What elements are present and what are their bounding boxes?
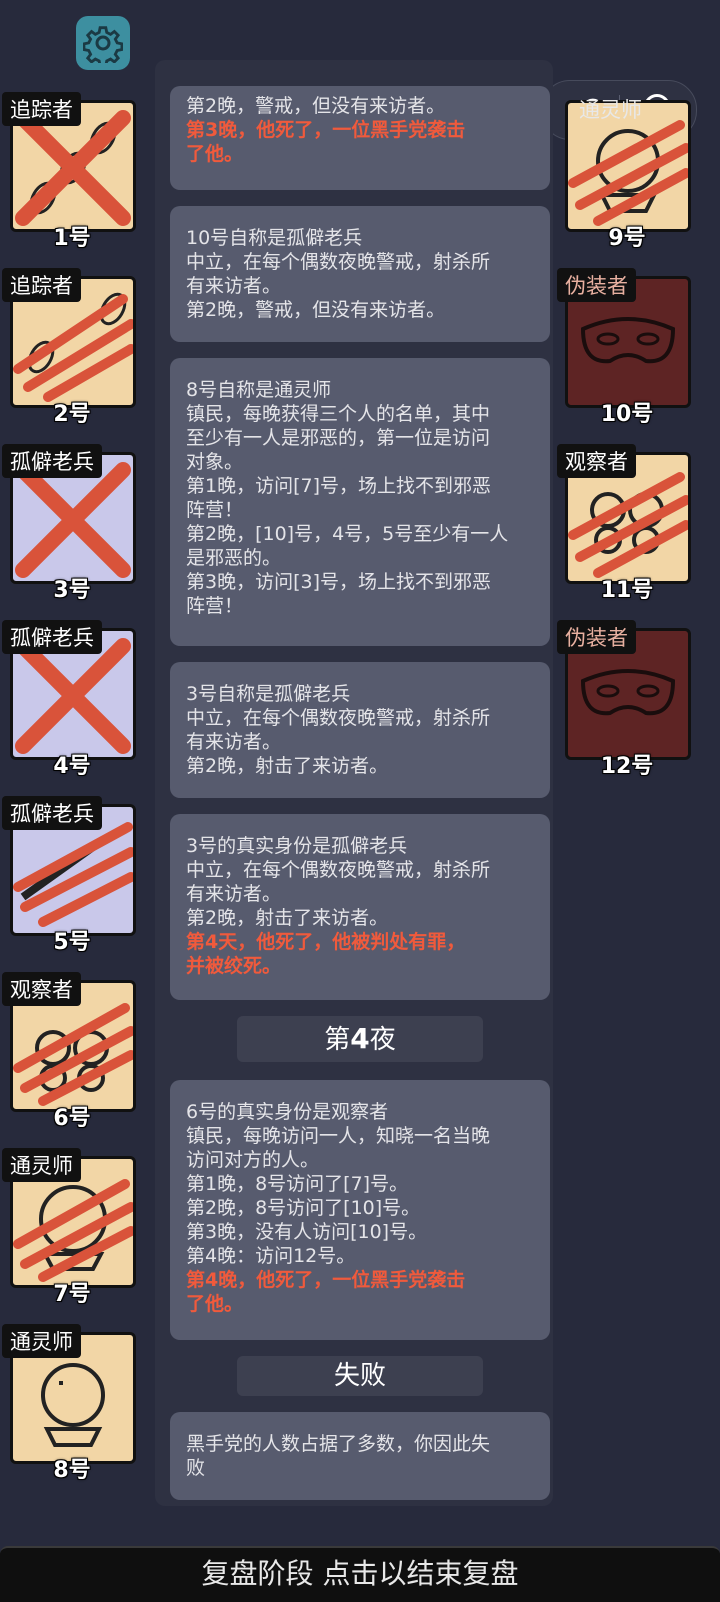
log-line: 第2晚，射击了来访者。 bbox=[186, 755, 389, 777]
log-line: 中立，在每个偶数夜晚警戒，射杀所 bbox=[186, 707, 491, 729]
log-line: 阵营！ bbox=[186, 595, 244, 617]
player-number: 3号 bbox=[53, 578, 91, 603]
player-card-4[interactable]: 孤僻老兵 4号 bbox=[2, 620, 142, 779]
log-line: 对象。 bbox=[186, 451, 244, 473]
player-card-9[interactable]: 通灵师 9号 bbox=[557, 92, 697, 251]
log-line: 访问对方的人。 bbox=[186, 1149, 320, 1171]
log-line: 6号的真实身份是观察者 bbox=[186, 1101, 389, 1123]
player-role: 伪装者 bbox=[557, 620, 636, 654]
log-line: 黑手党的人数占据了多数，你因此失 bbox=[186, 1433, 491, 1455]
log-line: 第4晚：访问12号。 bbox=[186, 1245, 356, 1267]
player-number: 5号 bbox=[53, 930, 91, 955]
settings-gear-button[interactable] bbox=[76, 16, 130, 70]
player-card-11[interactable]: 观察者 11号 bbox=[557, 444, 697, 603]
log-line: 第3晚，访问[3]号，场上找不到邪恶 bbox=[186, 571, 492, 593]
player-role: 观察者 bbox=[2, 972, 81, 1006]
player-role: 通灵师 bbox=[2, 1148, 81, 1182]
player-role: 通灵师 bbox=[2, 1324, 81, 1358]
log-line: 第1晚，访问[7]号，场上找不到邪恶 bbox=[186, 475, 492, 497]
log-line: 8号自称是通灵师 bbox=[186, 379, 332, 401]
log-line: 有来访者。 bbox=[186, 883, 282, 905]
log-line: 有来访者。 bbox=[186, 731, 282, 753]
death-line: 了他。 bbox=[186, 1293, 244, 1315]
player-number: 9号 bbox=[608, 226, 646, 251]
player-number: 11号 bbox=[600, 578, 654, 603]
player-role: 通灵师 bbox=[579, 98, 642, 122]
log-line: 第2晚，8号访问了[10]号。 bbox=[186, 1197, 421, 1219]
player-number: 2号 bbox=[53, 402, 91, 427]
claw-slash-icon bbox=[568, 120, 688, 226]
log-line: 3号自称是孤僻老兵 bbox=[186, 683, 351, 705]
player-number: 1号 bbox=[53, 226, 91, 251]
night-header-prefix: 第 bbox=[324, 1025, 351, 1055]
player-number: 12号 bbox=[600, 754, 654, 779]
end-review-button[interactable]: 复盘阶段 点击以结束复盘 bbox=[0, 1546, 720, 1602]
player-card-7[interactable]: 通灵师 7号 bbox=[2, 1148, 142, 1307]
death-line: 第4晚，他死了，一位黑手党袭击 bbox=[186, 1269, 466, 1291]
eliminated-x-icon bbox=[15, 638, 131, 754]
player-card-2[interactable]: 追踪者 2号 bbox=[2, 268, 142, 427]
log-entry: 第2晚，警戒，但没有来访者。 第3晚，他死了，一位黑手党袭击 了他。 bbox=[170, 86, 550, 190]
log-line: 阵营！ bbox=[186, 499, 244, 521]
log-line: 至少有一人是邪恶的，第一位是访问 bbox=[186, 427, 491, 449]
log-entry: 8号自称是通灵师 镇民，每晚获得三个人的名单，其中 至少有一人是邪恶的，第一位是… bbox=[170, 358, 550, 646]
log-entry: 3号自称是孤僻老兵 中立，在每个偶数夜晚警戒，射杀所 有来访者。 第2晚，射击了… bbox=[170, 662, 550, 798]
log-line: 第2晚，射击了来访者。 bbox=[186, 907, 389, 929]
night-number: 4 bbox=[350, 1022, 370, 1055]
log-line: 3号的真实身份是孤僻老兵 bbox=[186, 835, 408, 857]
player-role: 孤僻老兵 bbox=[2, 444, 102, 478]
death-line: 了他。 bbox=[186, 143, 244, 165]
player-role: 追踪者 bbox=[2, 92, 81, 126]
log-line: 败 bbox=[186, 1457, 206, 1479]
log-line: 有来访者。 bbox=[186, 275, 282, 297]
eliminated-x-icon bbox=[15, 110, 131, 226]
player-number: 7号 bbox=[53, 1282, 91, 1307]
player-role: 追踪者 bbox=[2, 268, 81, 302]
death-line: 第4天，他死了，他被判处有罪， bbox=[186, 931, 466, 953]
death-line: 并被绞死。 bbox=[186, 955, 282, 977]
log-line: 第2晚，[10]号，4号，5号至少有一人 bbox=[186, 523, 509, 545]
log-entry: 黑手党的人数占据了多数，你因此失 败 bbox=[170, 1412, 550, 1500]
log-entry: 10号自称是孤僻老兵 中立，在每个偶数夜晚警戒，射杀所 有来访者。 第2晚，警戒… bbox=[170, 206, 550, 342]
log-line: 第3晚，没有人访问[10]号。 bbox=[186, 1221, 428, 1243]
log-line: 镇民，每晚访问一人，知晓一名当晚 bbox=[186, 1125, 491, 1147]
gear-icon bbox=[83, 26, 123, 63]
player-number: 6号 bbox=[53, 1106, 91, 1131]
claw-slash-icon bbox=[13, 822, 133, 927]
log-line: 第2晚，警戒，但没有来访者。 bbox=[186, 95, 446, 117]
log-entry: 6号的真实身份是观察者 镇民，每晚访问一人，知晓一名当晚 访问对方的人。 第1晚… bbox=[170, 1080, 550, 1340]
result-header: 失败 bbox=[237, 1356, 483, 1396]
player-role: 伪装者 bbox=[557, 268, 636, 302]
player-card-10[interactable]: 伪装者 10号 bbox=[557, 268, 697, 427]
eliminated-x-icon bbox=[15, 462, 131, 578]
log-line: 第1晚，8号访问了[7]号。 bbox=[186, 1173, 409, 1195]
player-role: 观察者 bbox=[557, 444, 636, 478]
log-line: 第2晚，警戒，但没有来访者。 bbox=[186, 299, 446, 321]
player-number: 10号 bbox=[600, 402, 654, 427]
claw-slash-icon bbox=[568, 472, 688, 578]
log-line: 中立，在每个偶数夜晚警戒，射杀所 bbox=[186, 859, 491, 881]
player-card-6[interactable]: 观察者 6号 bbox=[2, 972, 142, 1131]
log-entry: 3号的真实身份是孤僻老兵 中立，在每个偶数夜晚警戒，射杀所 有来访者。 第2晚，… bbox=[170, 814, 550, 1000]
log-line: 镇民，每晚获得三个人的名单，其中 bbox=[186, 403, 491, 425]
log-line: 中立，在每个偶数夜晚警戒，射杀所 bbox=[186, 251, 491, 273]
night-header-suffix: 夜 bbox=[369, 1025, 396, 1055]
player-card-8[interactable]: 通灵师 8号 bbox=[2, 1324, 142, 1483]
player-role: 孤僻老兵 bbox=[2, 620, 102, 654]
player-number: 4号 bbox=[53, 754, 91, 779]
player-card-5[interactable]: 孤僻老兵 5号 bbox=[2, 796, 142, 955]
player-card-1[interactable]: 追踪者 1号 bbox=[2, 92, 142, 251]
player-role: 孤僻老兵 bbox=[2, 796, 102, 830]
player-number: 8号 bbox=[53, 1458, 91, 1483]
death-line: 第3晚，他死了，一位黑手党袭击 bbox=[186, 119, 466, 141]
night-header: 第4夜 bbox=[237, 1016, 483, 1062]
claw-slash-icon bbox=[13, 1179, 133, 1282]
player-card-12[interactable]: 伪装者 12号 bbox=[557, 620, 697, 779]
player-card-3[interactable]: 孤僻老兵 3号 bbox=[2, 444, 142, 603]
log-line: 10号自称是孤僻老兵 bbox=[186, 227, 363, 249]
log-line: 是邪恶的。 bbox=[186, 547, 282, 569]
